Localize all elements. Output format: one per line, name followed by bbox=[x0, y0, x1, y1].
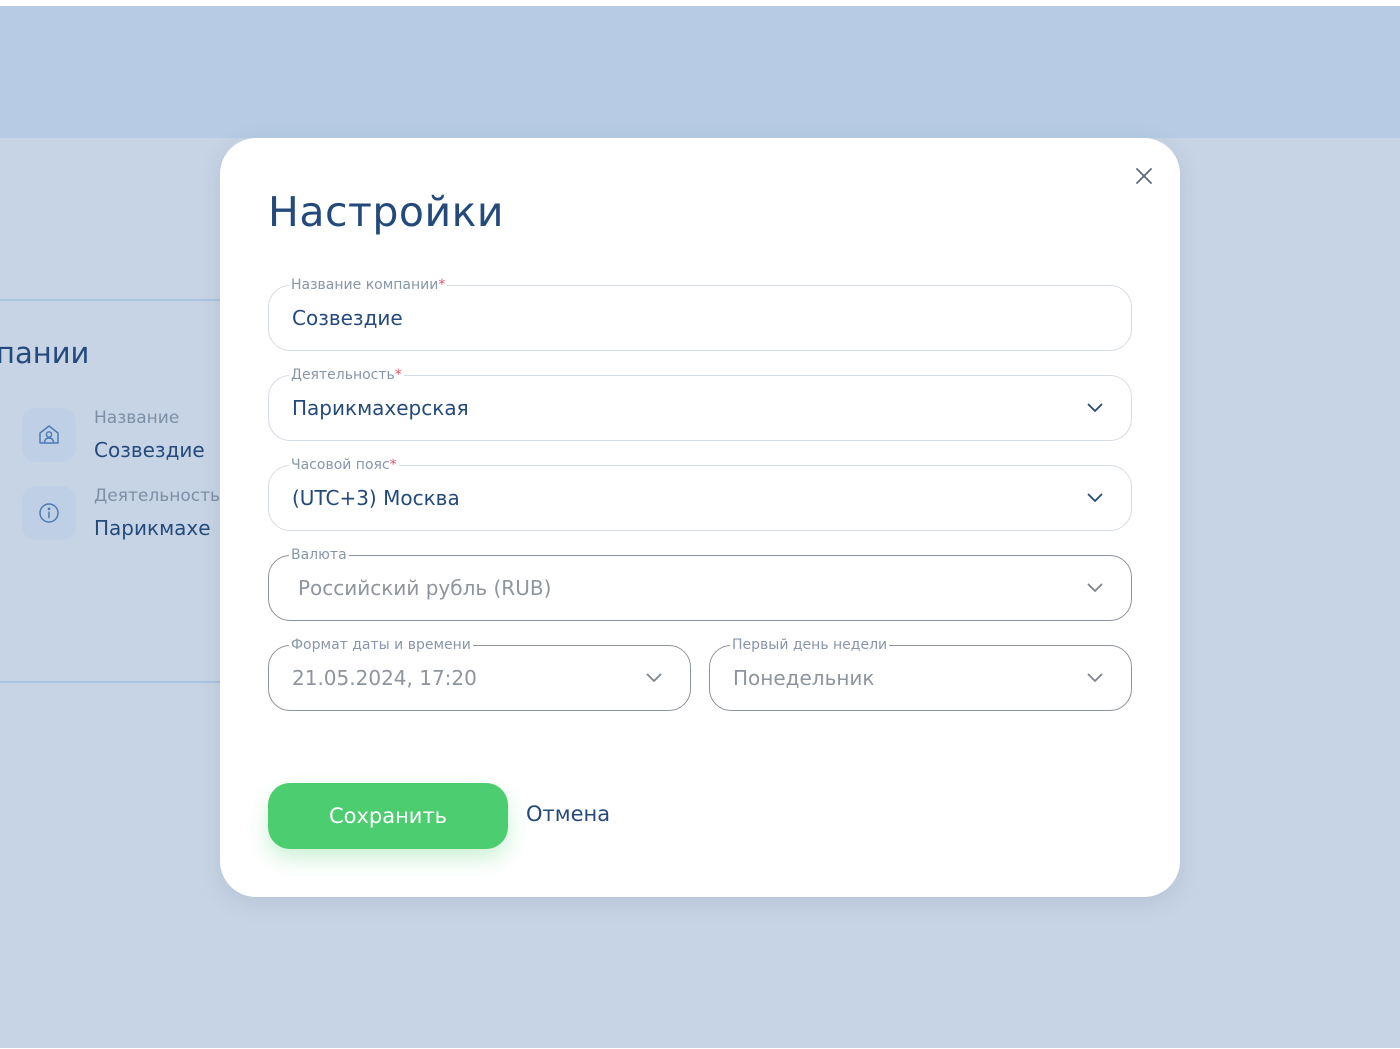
background-card-border bbox=[0, 299, 230, 301]
background-card-heading: пании bbox=[0, 336, 90, 370]
top-header-band bbox=[0, 6, 1400, 138]
background-row-value: Парикмахе bbox=[94, 516, 211, 540]
close-icon[interactable] bbox=[1130, 162, 1158, 190]
background-card-border bbox=[0, 681, 230, 683]
datetime-format-select[interactable]: Формат даты и времени 21.05.2024, 17:20 bbox=[268, 636, 691, 711]
activity-value: Парикмахерская bbox=[292, 396, 469, 420]
chevron-down-icon[interactable] bbox=[644, 668, 664, 688]
currency-value: Российский рубль (RUB) bbox=[298, 576, 552, 600]
settings-modal: Настройки Название компании* Созвездие Д… bbox=[220, 138, 1180, 897]
chevron-down-icon[interactable] bbox=[1085, 668, 1105, 688]
background-row-label: Деятельность bbox=[94, 486, 220, 506]
cancel-button[interactable]: Отмена bbox=[526, 802, 610, 826]
timezone-select[interactable]: Часовой пояс* (UTC+3) Москва bbox=[268, 456, 1132, 531]
company-name-label: Название компании* bbox=[289, 276, 448, 294]
currency-label: Валюта bbox=[289, 546, 349, 564]
modal-title: Настройки bbox=[268, 188, 505, 236]
background-row-activity: Деятельность Парикмахе bbox=[22, 486, 232, 542]
chevron-down-icon[interactable] bbox=[1085, 398, 1105, 418]
datetime-format-label: Формат даты и времени bbox=[289, 636, 473, 654]
background-row-name: Название Созвездие bbox=[22, 408, 232, 464]
chevron-down-icon[interactable] bbox=[1085, 488, 1105, 508]
building-user-icon bbox=[22, 408, 76, 462]
chevron-down-icon[interactable] bbox=[1085, 578, 1105, 598]
company-name-field[interactable]: Название компании* Созвездие bbox=[268, 276, 1132, 351]
company-name-value[interactable]: Созвездие bbox=[292, 306, 403, 330]
background-row-label: Название bbox=[94, 408, 180, 428]
page-overlay: пании Название Созвездие Деятельность Па… bbox=[0, 6, 1400, 1048]
first-weekday-value: Понедельник bbox=[733, 666, 875, 690]
first-weekday-select[interactable]: Первый день недели Понедельник bbox=[709, 636, 1132, 711]
datetime-format-value: 21.05.2024, 17:20 bbox=[292, 666, 477, 690]
save-button[interactable]: Сохранить bbox=[268, 783, 508, 849]
timezone-label: Часовой пояс* bbox=[289, 456, 399, 474]
currency-select[interactable]: Валюта Российский рубль (RUB) bbox=[268, 546, 1132, 621]
activity-select[interactable]: Деятельность* Парикмахерская bbox=[268, 366, 1132, 441]
info-icon bbox=[22, 486, 76, 540]
background-row-value: Созвездие bbox=[94, 438, 205, 462]
activity-label: Деятельность* bbox=[289, 366, 404, 384]
timezone-value: (UTC+3) Москва bbox=[292, 486, 460, 510]
first-weekday-label: Первый день недели bbox=[730, 636, 890, 654]
